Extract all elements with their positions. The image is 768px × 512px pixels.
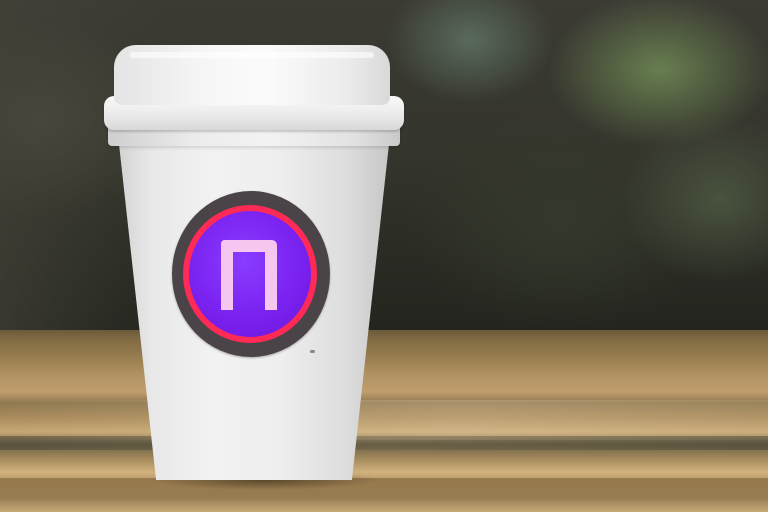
- table-plank-gap: [0, 436, 768, 450]
- printed-mark: [310, 350, 315, 353]
- n-glyph-icon: [221, 240, 277, 310]
- lid-highlight: [130, 52, 374, 58]
- table-edge: [0, 478, 768, 512]
- table-sheen: [0, 400, 768, 440]
- stylized-n-logo-icon: [189, 211, 311, 337]
- photo-scene: [0, 0, 768, 512]
